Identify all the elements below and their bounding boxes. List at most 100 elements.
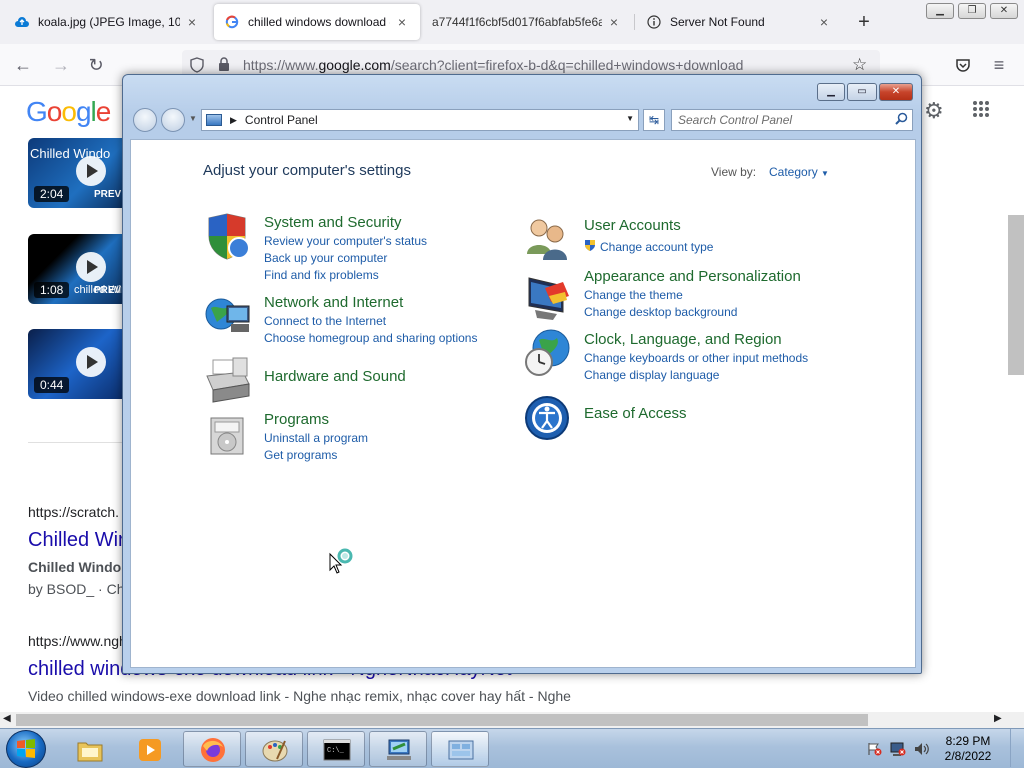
back-arrow-icon[interactable]: ←: [10, 52, 36, 78]
cp-maximize-button[interactable]: ▭: [847, 83, 877, 101]
users-icon[interactable]: [523, 214, 573, 264]
category-network-internet[interactable]: Network and Internet: [264, 294, 403, 311]
taskbar-explorer[interactable]: [60, 731, 118, 767]
google-g-icon: [224, 14, 240, 30]
taskbar-media-player[interactable]: [120, 731, 178, 767]
link-get-programs[interactable]: Get programs: [264, 448, 337, 462]
cp-search-input[interactable]: Search Control Panel: [671, 109, 913, 131]
link-connect-internet[interactable]: Connect to the Internet: [264, 314, 386, 328]
programs-icon[interactable]: [203, 410, 253, 460]
category-system-security[interactable]: System and Security: [264, 214, 402, 231]
scroll-right-icon[interactable]: ▶: [994, 713, 1002, 724]
breadcrumb-control-panel[interactable]: Control Panel: [245, 113, 318, 127]
result-title-link[interactable]: Chilled Wir: [28, 529, 125, 552]
video-thumbnail[interactable]: Chilled Windo 2:04 PREV: [28, 138, 128, 208]
forward-button-icon[interactable]: [161, 108, 185, 132]
link-change-account-type[interactable]: Change account type: [600, 240, 713, 254]
action-center-flag-icon[interactable]: [866, 742, 882, 756]
link-change-theme[interactable]: Change the theme: [584, 288, 683, 302]
tab-close-icon[interactable]: ×: [816, 14, 832, 30]
tab-close-icon[interactable]: ×: [606, 14, 622, 30]
taskbar-remote-desktop[interactable]: [369, 731, 427, 767]
tab-close-icon[interactable]: ×: [184, 14, 200, 30]
cp-address-bar[interactable]: ▶ Control Panel ▼: [201, 109, 639, 131]
play-icon[interactable]: [76, 156, 106, 186]
link-change-keyboards[interactable]: Change keyboards or other input methods: [584, 351, 808, 365]
new-tab-button[interactable]: +: [852, 10, 876, 34]
result-snippet: Chilled Windo: [28, 559, 122, 575]
taskbar-cmd[interactable]: C:\_: [307, 731, 365, 767]
link-review-status[interactable]: Review your computer's status: [264, 234, 427, 248]
link-display-language[interactable]: Change display language: [584, 368, 719, 382]
tab-hash[interactable]: a7744f1f6cbf5d017f6abfab5fe6af3 ×: [422, 4, 632, 40]
taskbar-control-panel[interactable]: [431, 731, 489, 767]
cp-minimize-button[interactable]: ▁: [817, 83, 845, 101]
vertical-scrollbar[interactable]: [1008, 215, 1024, 375]
play-icon[interactable]: [76, 347, 106, 377]
system-clock[interactable]: 8:29 PM 2/8/2022: [938, 734, 998, 764]
google-logo[interactable]: Google: [26, 96, 111, 128]
link-back-up[interactable]: Back up your computer: [264, 251, 387, 265]
address-dropdown-icon[interactable]: ▼: [626, 114, 634, 123]
recent-pages-dropdown-icon[interactable]: ▼: [189, 114, 197, 123]
category-programs[interactable]: Programs: [264, 411, 329, 428]
link-find-fix[interactable]: Find and fix problems: [264, 268, 379, 282]
tab-close-icon[interactable]: ×: [394, 14, 410, 30]
cp-content-area: Adjust your computer's settings View by:…: [130, 139, 916, 668]
back-button-icon[interactable]: [133, 108, 157, 132]
scroll-left-icon[interactable]: ◀: [3, 713, 11, 724]
search-icon[interactable]: [895, 112, 908, 128]
bookmark-star-icon[interactable]: ☆: [852, 55, 867, 75]
printer-icon[interactable]: [203, 356, 253, 406]
video-thumbnail[interactable]: 0:44: [28, 329, 128, 399]
network-disconnected-icon[interactable]: [890, 742, 906, 756]
category-appearance[interactable]: Appearance and Personalization: [584, 268, 801, 285]
pocket-icon[interactable]: [950, 52, 976, 78]
tab-koala[interactable]: koala.jpg (JPEG Image, 1024 × ×: [4, 4, 210, 40]
refresh-icon[interactable]: ↹: [643, 109, 665, 131]
settings-gear-icon[interactable]: ⚙: [924, 98, 944, 124]
window-restore-button[interactable]: ❐: [958, 3, 986, 19]
result-url[interactable]: https://scratch.: [28, 504, 119, 520]
taskbar: C:\_ 8:29 PM 2/8/2022: [0, 728, 1024, 768]
lock-icon[interactable]: [218, 57, 230, 75]
firefox-icon: [201, 738, 225, 762]
category-hardware-sound[interactable]: Hardware and Sound: [264, 368, 406, 385]
view-by-dropdown[interactable]: Category ▼: [769, 165, 829, 179]
category-ease-of-access[interactable]: Ease of Access: [584, 405, 687, 422]
link-uninstall[interactable]: Uninstall a program: [264, 431, 368, 445]
media-player-icon: [139, 739, 161, 761]
show-desktop-button[interactable]: [1010, 729, 1022, 767]
window-close-button[interactable]: ✕: [990, 3, 1018, 19]
taskbar-firefox[interactable]: [183, 731, 241, 767]
apps-grid-icon[interactable]: [972, 100, 990, 121]
volume-icon[interactable]: [914, 742, 930, 756]
taskbar-paint[interactable]: [245, 731, 303, 767]
cp-close-button[interactable]: ✕: [879, 83, 913, 101]
link-desktop-background[interactable]: Change desktop background: [584, 305, 737, 319]
monitor-paint-icon[interactable]: [523, 274, 573, 324]
shield-icon[interactable]: [203, 212, 253, 262]
window-minimize-button[interactable]: ▁: [926, 3, 954, 19]
tab-server-not-found[interactable]: Server Not Found ×: [636, 4, 842, 40]
video-thumbnail[interactable]: chilled Wind 1:08 PREV: [28, 234, 128, 304]
link-homegroup[interactable]: Choose homegroup and sharing options: [264, 331, 477, 345]
clock-globe-icon[interactable]: [523, 328, 573, 378]
forward-arrow-icon[interactable]: →: [48, 52, 74, 78]
ease-of-access-icon[interactable]: [523, 394, 573, 444]
play-icon[interactable]: [76, 252, 106, 282]
explorer-icon: [77, 742, 103, 762]
tab-google-search[interactable]: chilled windows download - ×: [214, 4, 420, 40]
reload-icon[interactable]: ↻: [83, 52, 109, 78]
url-text[interactable]: https://www.google.com/search?client=fir…: [243, 57, 743, 73]
hamburger-menu-icon[interactable]: ≡: [986, 52, 1012, 78]
start-button[interactable]: [6, 730, 46, 768]
category-user-accounts[interactable]: User Accounts: [584, 217, 681, 234]
scrollbar-thumb[interactable]: [16, 714, 868, 726]
result-snippet: Video chilled windows-exe download link …: [28, 688, 571, 704]
category-clock-language[interactable]: Clock, Language, and Region: [584, 331, 782, 348]
horizontal-scrollbar[interactable]: ◀ ▶: [0, 712, 1024, 728]
breadcrumb-arrow-icon[interactable]: ▶: [230, 115, 237, 126]
globe-network-icon[interactable]: [203, 292, 253, 342]
result-url[interactable]: https://www.ngh: [28, 633, 127, 649]
